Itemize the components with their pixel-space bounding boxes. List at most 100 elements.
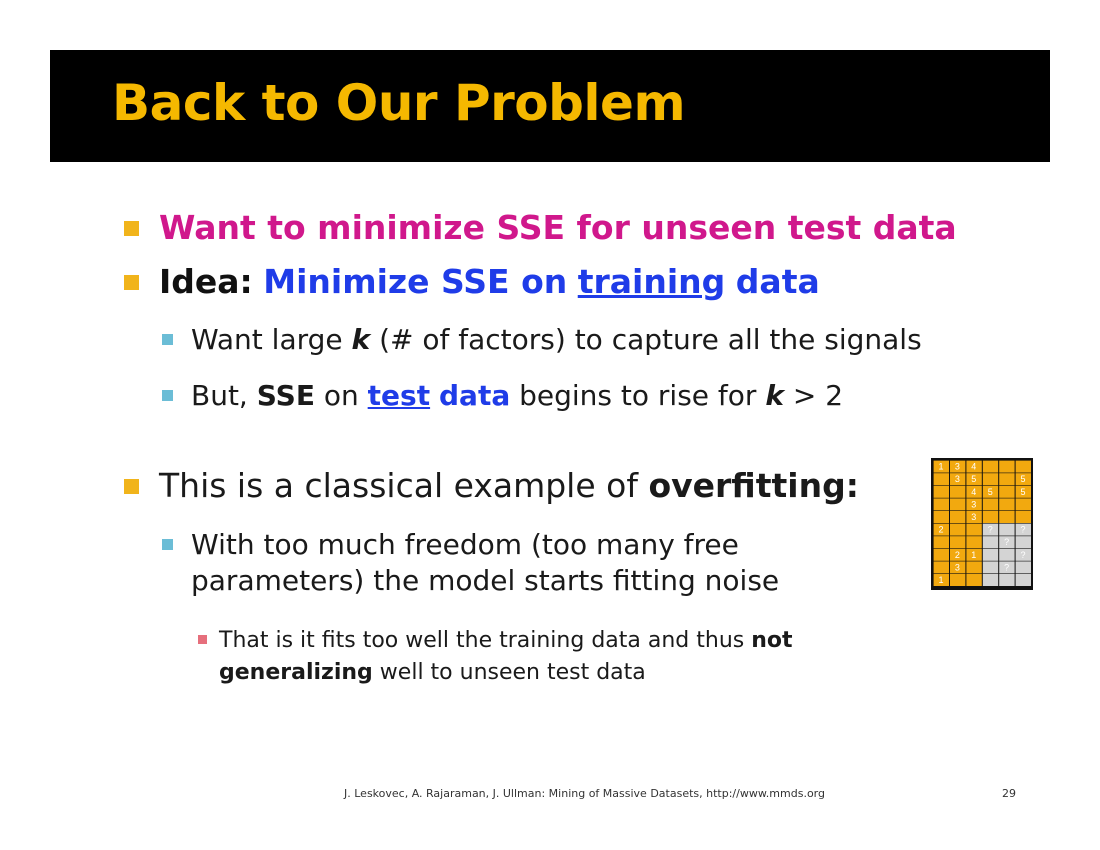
idea-text: Minimize SSE on <box>263 262 568 301</box>
bullet-marker <box>124 479 139 494</box>
text-freedom-line1: With too much freedom (too many free <box>191 528 739 561</box>
matrix-cell <box>999 473 1015 486</box>
bullet-goal-text: Want to minimize SSE for unseen test dat… <box>159 208 957 247</box>
idea-label: Idea: <box>159 262 253 301</box>
bullet-marker <box>198 635 207 644</box>
bullet-overfitting: This is a classical example of overfitti… <box>124 466 859 506</box>
matrix-cell <box>982 460 999 473</box>
text-freedom-line2: parameters) the model starts fitting noi… <box>191 564 780 597</box>
matrix-cell <box>933 511 949 523</box>
matrix-cell <box>933 473 949 486</box>
matrix-value: 4 <box>971 462 976 472</box>
matrix-value: ? <box>988 525 993 535</box>
text-overfitting: overfitting: <box>648 466 859 505</box>
training-link[interactable]: training <box>578 262 726 301</box>
bullet-idea: Idea: Minimize SSE on training data <box>124 262 820 302</box>
matrix-cell <box>999 498 1015 511</box>
sub-sub-bullet-generalizing: That is it fits too well the training da… <box>198 625 793 689</box>
matrix-value: 3 <box>971 499 976 509</box>
matrix-cell <box>966 574 982 586</box>
sub-bullet-large-k: Want large k (# of factors) to capture a… <box>162 322 922 358</box>
matrix-test-cell <box>982 574 999 586</box>
sub-bullet-freedom: With too much freedom (too many free par… <box>162 527 779 599</box>
matrix-value: 3 <box>971 512 976 522</box>
text-gt-2: > 2 <box>792 379 844 412</box>
matrix-value: ? <box>1004 562 1009 572</box>
idea-data: data <box>735 262 820 301</box>
matrix-cell <box>1015 498 1031 511</box>
matrix-cell <box>933 536 949 549</box>
matrix-test-cell <box>999 574 1015 586</box>
text-unseen-test: well to unseen test data <box>379 660 646 685</box>
rating-matrix: 1 3 4 3 5 5 4 5 5 3 3 2??? 2 1? 3? 1 <box>931 458 1033 590</box>
matrix-test-cell <box>999 548 1015 561</box>
matrix-value: 5 <box>971 474 976 484</box>
matrix-test-cell <box>1015 536 1031 549</box>
matrix-cell <box>982 498 999 511</box>
text-on: on <box>323 379 359 412</box>
matrix-value: ? <box>1004 537 1009 547</box>
text-factors: (# of factors) to capture all the signal… <box>379 323 922 356</box>
matrix-value: 5 <box>1020 487 1025 497</box>
text-generalizing: generalizing <box>219 660 373 685</box>
matrix-cell <box>1015 511 1031 523</box>
slide-content: Want to minimize SSE for unseen test dat… <box>0 0 1100 850</box>
matrix-value: 2 <box>938 525 943 535</box>
matrix-test-cell <box>982 548 999 561</box>
matrix-cell <box>982 473 999 486</box>
sub-bullet-test-sse: But, SSE on test data begins to rise for… <box>162 378 843 414</box>
bullet-marker <box>162 334 173 345</box>
matrix-test-cell <box>1015 574 1031 586</box>
matrix-cell <box>933 561 949 574</box>
matrix-cell <box>950 523 966 536</box>
text-sse: SSE <box>256 379 315 412</box>
matrix-cell <box>999 485 1015 498</box>
footer-citation: J. Leskovec, A. Rajaraman, J. Ullman: Mi… <box>344 787 825 800</box>
matrix-cell <box>933 498 949 511</box>
matrix-cell <box>966 561 982 574</box>
test-link[interactable]: test <box>368 379 430 412</box>
matrix-value: 5 <box>988 487 993 497</box>
text-want-large: Want large <box>191 323 343 356</box>
matrix-value: 4 <box>971 487 976 497</box>
matrix-cell <box>982 511 999 523</box>
k-variable: k <box>765 379 784 412</box>
bullet-marker <box>124 275 139 290</box>
matrix-test-cell <box>982 536 999 549</box>
matrix-value: 5 <box>1020 474 1025 484</box>
matrix-cell <box>966 523 982 536</box>
matrix-cell <box>999 511 1015 523</box>
bullet-marker <box>162 390 173 401</box>
page-number: 29 <box>1002 787 1016 800</box>
text-not: not <box>751 628 793 653</box>
matrix-value: 1 <box>938 462 943 472</box>
matrix-value: ? <box>1020 525 1025 535</box>
matrix-test-cell <box>999 523 1015 536</box>
text-data: data <box>439 379 511 412</box>
matrix-cell <box>950 536 966 549</box>
rating-matrix-grid: 1 3 4 3 5 5 4 5 5 3 3 2? ?? 2 1 ? 3 ? 1 <box>933 460 1031 586</box>
matrix-cell <box>933 485 949 498</box>
matrix-cell <box>950 498 966 511</box>
matrix-cell <box>999 460 1015 473</box>
matrix-value: 1 <box>971 550 976 560</box>
matrix-test-cell <box>982 561 999 574</box>
k-variable: k <box>351 323 371 356</box>
bullet-goal: Want to minimize SSE for unseen test dat… <box>124 208 957 248</box>
bullet-marker <box>162 539 173 550</box>
matrix-value: 3 <box>955 462 960 472</box>
text-but: But, <box>191 379 248 412</box>
matrix-value: 3 <box>955 474 960 484</box>
matrix-test-cell <box>1015 561 1031 574</box>
text-classical-example: This is a classical example of <box>159 466 638 505</box>
matrix-cell <box>950 485 966 498</box>
matrix-cell <box>950 574 966 586</box>
bullet-marker <box>124 221 139 236</box>
matrix-value: 3 <box>955 562 960 572</box>
matrix-cell <box>1015 460 1031 473</box>
matrix-cell <box>966 536 982 549</box>
matrix-value: 1 <box>938 575 943 585</box>
matrix-value: 2 <box>955 550 960 560</box>
matrix-cell <box>933 548 949 561</box>
text-fits-too-well: That is it fits too well the training da… <box>219 628 745 653</box>
